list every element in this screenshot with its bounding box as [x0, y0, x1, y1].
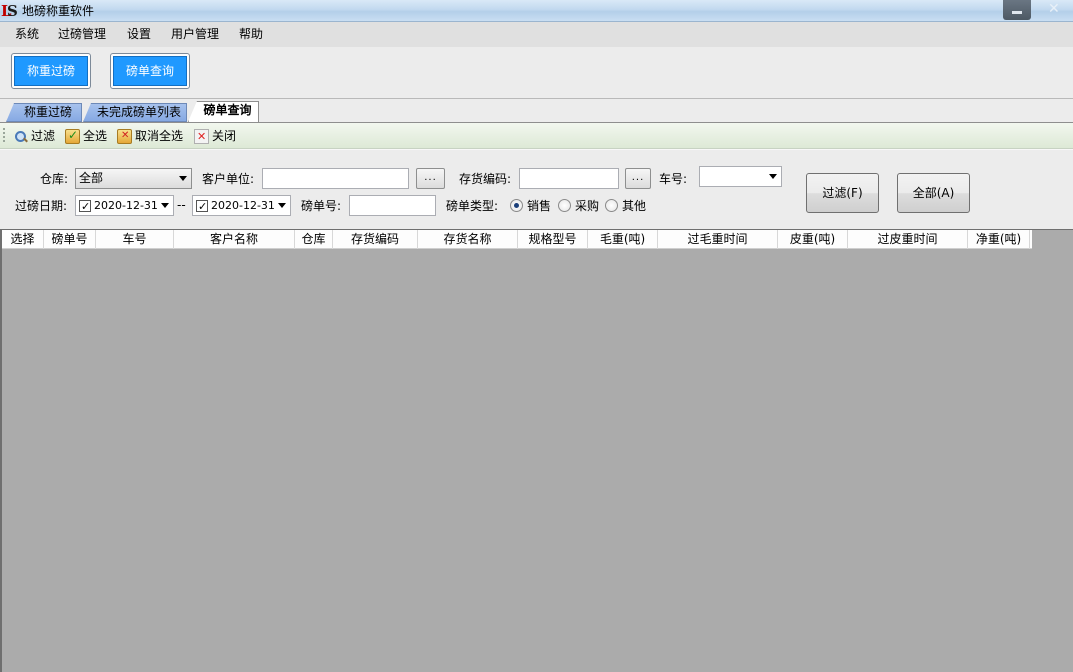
menu-user-management[interactable]: 用户管理	[171, 27, 219, 42]
column-net-weight[interactable]: 净重(吨)	[968, 230, 1030, 249]
toolbar-select-all-button[interactable]: 全选	[65, 127, 107, 145]
deselect-all-icon	[117, 128, 132, 144]
date-label: 过磅日期:	[15, 199, 68, 213]
customer-browse-button[interactable]: ...	[416, 168, 445, 189]
warehouse-label: 仓库:	[40, 172, 69, 186]
menu-weighing-management[interactable]: 过磅管理	[58, 27, 106, 42]
slip-query-button-label: 磅单查询	[113, 56, 187, 86]
toolbar-filter-button[interactable]: 过滤	[13, 127, 55, 145]
slip-type-label: 磅单类型:	[446, 199, 499, 213]
tab-weighing[interactable]: 称重过磅	[6, 103, 82, 122]
close-icon: ✕	[1048, 1, 1060, 17]
column-tare-time[interactable]: 过皮重时间	[848, 230, 968, 249]
quick-access-area: 称重过磅 磅单查询	[0, 47, 1073, 99]
toolbar-deselect-all-button[interactable]: 取消全选	[117, 127, 183, 145]
title-bar: LS 地磅称重软件 ✕	[0, 0, 1073, 22]
warehouse-value: 全部	[79, 171, 104, 185]
plate-label: 车号:	[659, 172, 688, 186]
menu-bar: 系统 过磅管理 设置 用户管理 帮助	[0, 22, 1073, 47]
column-stock-name[interactable]: 存货名称	[418, 230, 518, 249]
window-title: 地磅称重软件	[22, 4, 95, 18]
date-from-value: 2020-12-31	[94, 199, 158, 212]
filter-panel: 仓库: 全部 客户单位: ... 存货编码: ... 车号: 过磅日期: 202…	[0, 149, 1073, 229]
column-gross-time[interactable]: 过毛重时间	[658, 230, 778, 249]
menu-settings[interactable]: 设置	[127, 27, 151, 42]
menu-help[interactable]: 帮助	[239, 27, 263, 42]
tab-strip: 称重过磅 未完成磅单列表 磅单查询	[0, 99, 1073, 123]
weigh-button-label: 称重过磅	[14, 56, 88, 86]
grid-header: 选择 磅单号 车号 客户名称 仓库 存货编码 存货名称 规格型号 毛重(吨) 过…	[2, 230, 1032, 249]
filter-button[interactable]: 过滤(F)	[806, 173, 879, 213]
app-logo-icon: LS	[1, 2, 18, 20]
plate-select[interactable]	[699, 166, 782, 187]
radio-purchase-label: 采购	[575, 199, 600, 213]
menu-system[interactable]: 系统	[15, 27, 39, 42]
weigh-button[interactable]: 称重过磅	[11, 53, 91, 89]
select-all-icon	[65, 128, 80, 144]
tab-unfinished-slips[interactable]: 未完成磅单列表	[83, 103, 187, 122]
chevron-down-icon	[179, 176, 187, 181]
show-all-button[interactable]: 全部(A)	[897, 173, 970, 213]
stock-code-input[interactable]	[519, 168, 619, 189]
grid-body[interactable]	[2, 249, 1073, 672]
chevron-down-icon	[278, 203, 286, 208]
toolbar-grip[interactable]	[3, 128, 5, 143]
date-to-value: 2020-12-31	[211, 199, 275, 212]
minimize-button[interactable]	[1003, 0, 1031, 20]
slip-no-input[interactable]	[349, 195, 436, 216]
radio-other-label: 其他	[622, 199, 647, 213]
customer-label: 客户单位:	[202, 172, 255, 186]
date-from-picker[interactable]: 2020-12-31	[75, 195, 174, 216]
stock-code-browse-button[interactable]: ...	[625, 168, 651, 189]
column-warehouse[interactable]: 仓库	[295, 230, 333, 249]
customer-input[interactable]	[262, 168, 409, 189]
toolbar-close-label: 关闭	[212, 129, 237, 143]
radio-sales-label: 销售	[527, 199, 552, 213]
column-customer[interactable]: 客户名称	[174, 230, 295, 249]
column-plate[interactable]: 车号	[96, 230, 174, 249]
toolbar-select-all-label: 全选	[83, 129, 108, 143]
column-stock-code[interactable]: 存货编码	[333, 230, 418, 249]
chevron-down-icon	[769, 174, 777, 179]
close-window-button[interactable]: ✕	[1036, 0, 1073, 20]
toolbar-filter-label: 过滤	[31, 129, 56, 143]
radio-other[interactable]	[605, 199, 618, 212]
toolbar-deselect-all-label: 取消全选	[135, 129, 184, 143]
column-select[interactable]: 选择	[2, 230, 44, 249]
column-gross-weight[interactable]: 毛重(吨)	[588, 230, 658, 249]
column-spec[interactable]: 规格型号	[518, 230, 588, 249]
toolbar-close-button[interactable]: 关闭	[194, 127, 236, 145]
toolbar: 过滤 全选 取消全选 关闭	[0, 123, 1073, 149]
slip-grid[interactable]: 选择 磅单号 车号 客户名称 仓库 存货编码 存货名称 规格型号 毛重(吨) 过…	[0, 229, 1073, 672]
slip-query-button[interactable]: 磅单查询	[110, 53, 190, 89]
column-slip-no[interactable]: 磅单号	[44, 230, 96, 249]
stock-code-label: 存货编码:	[459, 172, 512, 186]
chevron-down-icon	[161, 203, 169, 208]
slip-no-label: 磅单号:	[301, 199, 342, 213]
date-separator: --	[177, 198, 186, 212]
warehouse-select[interactable]: 全部	[75, 168, 192, 189]
column-tare-weight[interactable]: 皮重(吨)	[778, 230, 848, 249]
date-from-checkbox[interactable]	[79, 197, 91, 216]
date-to-checkbox[interactable]	[196, 197, 208, 216]
radio-sales[interactable]	[510, 199, 523, 212]
radio-purchase[interactable]	[558, 199, 571, 212]
date-to-picker[interactable]: 2020-12-31	[192, 195, 291, 216]
close-icon	[194, 128, 209, 144]
tab-slip-query[interactable]: 磅单查询	[188, 101, 259, 122]
search-icon	[13, 129, 28, 144]
